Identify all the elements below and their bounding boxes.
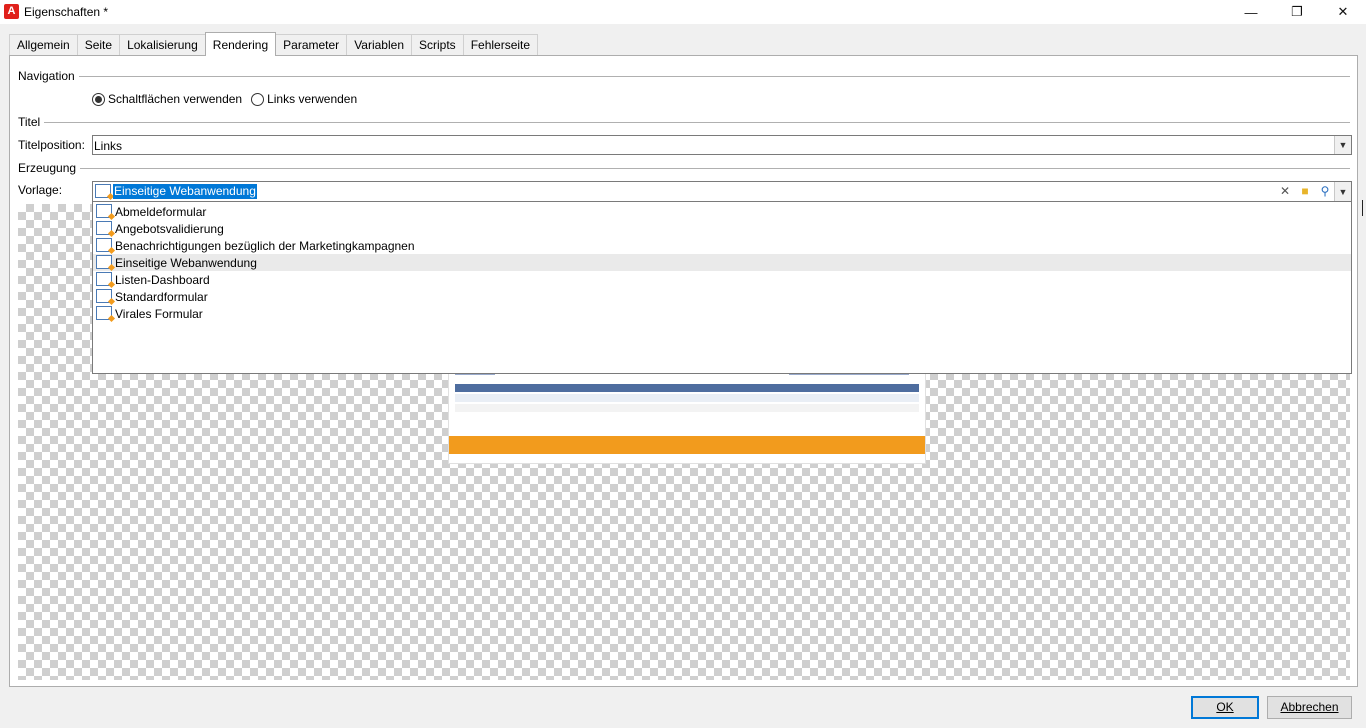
ok-button-label: OK (1216, 700, 1234, 714)
list-item[interactable]: Standardformular (93, 288, 1351, 305)
vorlage-dropdown-list: Abmeldeformular Angebotsvalidierung Bena… (92, 201, 1352, 374)
close-button[interactable]: ✕ (1320, 0, 1366, 24)
radio-selected-dot (95, 95, 102, 103)
vorlage-value[interactable]: Einseitige Webanwendung (113, 184, 257, 199)
navigation-options: Schaltflächen verwenden Links verwenden (92, 92, 366, 106)
tab-fehlerseite[interactable]: Fehlerseite (462, 34, 539, 56)
list-item-label: Standardformular (115, 290, 208, 304)
preview-thumbnail (448, 364, 926, 464)
preview-table-row (455, 404, 919, 412)
titel-section-label: Titel (18, 115, 45, 129)
list-item[interactable]: Benachrichtigungen bezüglich der Marketi… (93, 237, 1351, 254)
list-item[interactable]: Listen-Dashboard (93, 271, 1351, 288)
cancel-button-label: Abbrechen (1280, 700, 1339, 714)
app-logo-icon: A (4, 4, 19, 19)
titelposition-label: Titelposition: (18, 138, 85, 152)
window-title: Eigenschaften * (24, 5, 109, 19)
search-icon[interactable]: ⚲ (1317, 183, 1333, 199)
template-icon (96, 289, 112, 303)
list-item-label: Virales Formular (115, 307, 203, 321)
list-item-label: Abmeldeformular (115, 205, 207, 219)
radio-links-label[interactable]: Links verwenden (267, 92, 357, 106)
preview-footer-bar (449, 436, 925, 454)
list-item-label: Listen-Dashboard (115, 273, 210, 287)
list-item[interactable]: Virales Formular (93, 305, 1351, 322)
vorlage-label: Vorlage: (18, 183, 63, 197)
preview-table-header (455, 384, 919, 392)
minimize-button[interactable]: — (1228, 0, 1274, 24)
cancel-button[interactable]: Abbrechen (1267, 696, 1352, 719)
template-icon (96, 204, 112, 218)
tab-scripts[interactable]: Scripts (411, 34, 464, 56)
ok-button[interactable]: OK (1191, 696, 1259, 719)
tab-parameter[interactable]: Parameter (275, 34, 348, 56)
template-icon (96, 238, 112, 252)
template-icon (96, 221, 112, 235)
tab-lokalisierung[interactable]: Lokalisierung (119, 34, 206, 56)
tab-rendering[interactable]: Rendering (204, 32, 277, 56)
tab-bar: Allgemein Seite Lokalisierung Rendering … (9, 32, 539, 56)
divider (18, 122, 1350, 123)
template-icon (96, 255, 112, 269)
list-item[interactable]: Einseitige Webanwendung (93, 254, 1351, 271)
list-item-label: Angebotsvalidierung (115, 222, 224, 236)
tab-allgemein[interactable]: Allgemein (9, 34, 78, 56)
chevron-down-icon[interactable]: ▼ (1334, 136, 1351, 154)
list-item[interactable]: Abmeldeformular (93, 203, 1351, 220)
template-icon (95, 184, 111, 198)
title-bar: A Eigenschaften * — ❐ ✕ (0, 0, 1366, 24)
maximize-button[interactable]: ❐ (1274, 0, 1320, 24)
text-cursor (1362, 200, 1363, 216)
list-item-label: Benachrichtigungen bezüglich der Marketi… (115, 239, 415, 253)
rendering-panel: Navigation Schaltflächen verwenden Links… (9, 55, 1358, 687)
folder-icon[interactable]: ■ (1297, 183, 1313, 199)
preview-table-row (455, 394, 919, 402)
chevron-down-icon[interactable]: ▼ (1334, 182, 1351, 201)
radio-schaltflaechen-label[interactable]: Schaltflächen verwenden (108, 92, 242, 106)
titelposition-value: Links (94, 139, 123, 153)
divider (18, 168, 1350, 169)
navigation-section-label: Navigation (18, 69, 79, 83)
radio-links[interactable] (251, 92, 265, 106)
template-icon (96, 272, 112, 286)
template-icon (96, 306, 112, 320)
vorlage-input[interactable]: Einseitige Webanwendung ✕ ■ ⚲ ▼ (92, 181, 1352, 202)
radio-schaltflaechen[interactable] (92, 92, 105, 106)
divider (18, 76, 1350, 77)
erzeugung-section-label: Erzeugung (18, 161, 81, 175)
clear-icon[interactable]: ✕ (1277, 183, 1293, 199)
tab-seite[interactable]: Seite (76, 34, 121, 56)
titelposition-select[interactable]: Links ▼ (92, 135, 1352, 155)
vorlage-tools: ✕ ■ ⚲ (1277, 183, 1333, 199)
list-item[interactable]: Angebotsvalidierung (93, 220, 1351, 237)
list-item-label: Einseitige Webanwendung (115, 256, 257, 270)
tab-variablen[interactable]: Variablen (346, 34, 412, 56)
